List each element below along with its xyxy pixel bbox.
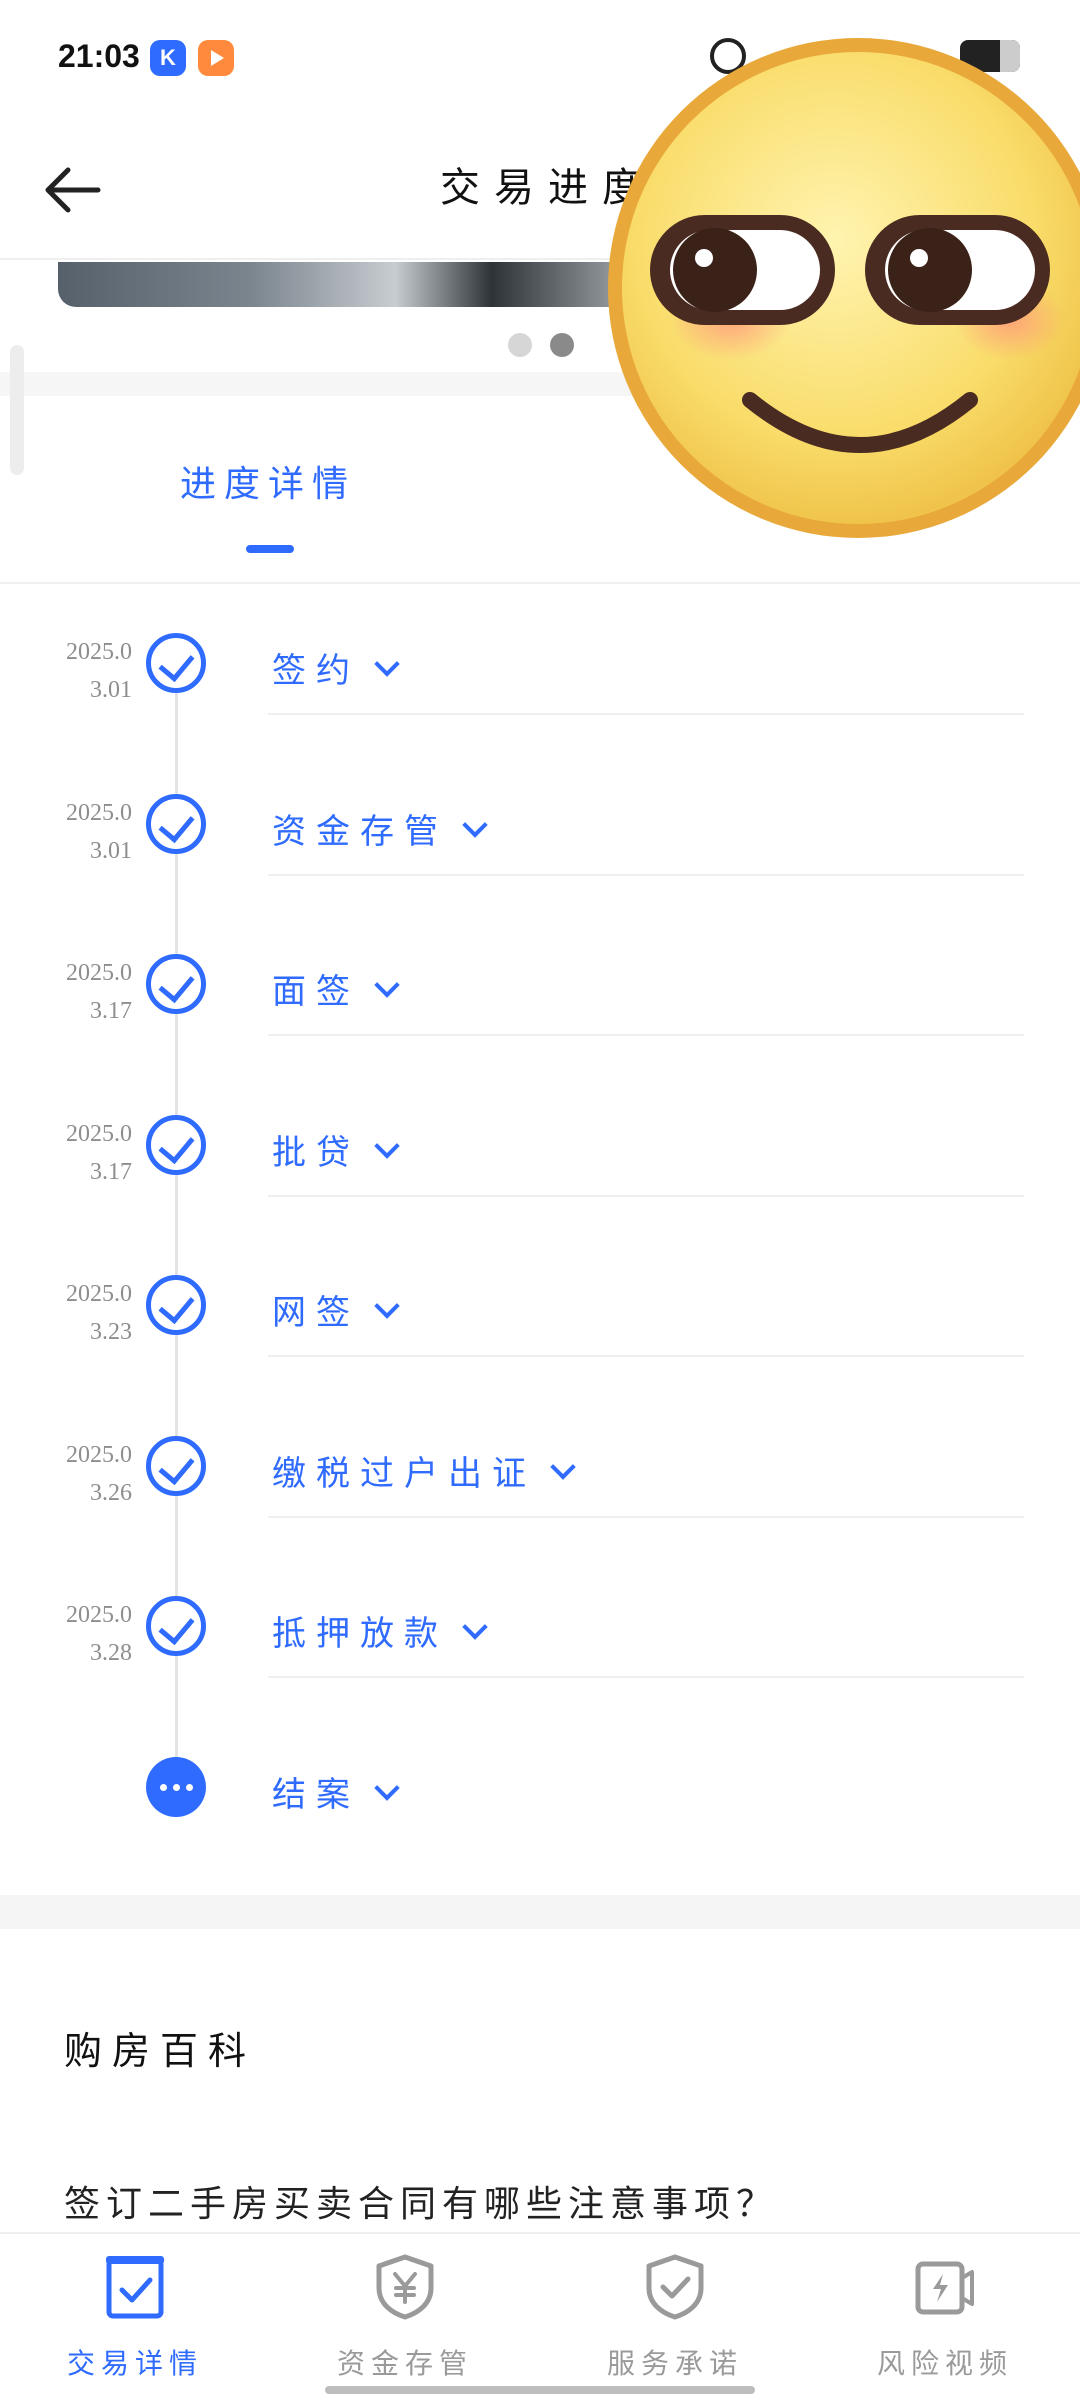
back-arrow-icon[interactable] [40,155,110,225]
step-date-line2: 3.23 [90,1319,132,1345]
more-dots-icon [146,1756,206,1817]
step-date: 2025.0 3.17 [40,954,132,1030]
step-label[interactable]: 结案 [272,1767,360,1816]
tab-risk-video[interactable]: 风险视频 [810,2254,1080,2394]
step-divider [268,1194,1024,1197]
timeline-step[interactable]: 2025.0 3.28 抵押放款 [0,1596,1080,1756]
section-title: 购房百科 [64,2029,257,2073]
section-divider [0,1895,1080,1929]
smirk-emoji-sticker [608,38,1080,538]
step-date: 2025.0 3.01 [40,794,132,870]
step-date-line1: 2025.0 [66,1120,132,1147]
chevron-down-icon[interactable] [374,651,400,677]
tab-label: 交易详情 [66,2347,203,2380]
step-divider [268,1515,1024,1518]
timeline-step[interactable]: 2025.0 3.17 批贷 [0,1114,1080,1275]
timeline-step[interactable]: 2025.0 3.26 缴税过户出证 [0,1435,1080,1596]
bottom-tab-bar: 交易详情 资金存管 服务承诺 风险视频 [0,2232,1080,2400]
timeline-step[interactable]: 2025.0 3.17 面签 [0,954,1080,1114]
tab-label: 风险视频 [876,2347,1013,2380]
tab-active-indicator [246,545,294,553]
step-date-line1: 2025.0 [66,1281,132,1307]
chevron-down-icon[interactable] [374,1132,400,1159]
chevron-down-icon[interactable] [374,972,400,998]
step-date: 2025.0 3.01 [40,633,132,709]
step-date-line1: 2025.0 [66,960,132,986]
step-date-line1: 2025.0 [66,1441,132,1468]
yen-shield-icon [376,2254,434,2320]
step-date-line1: 2025.0 [66,1602,132,1628]
step-date-line2: 3.28 [90,1640,132,1666]
video-app-notification-icon [198,40,234,76]
check-circle-icon [146,1596,206,1656]
home-indicator[interactable] [325,2386,755,2394]
step-divider [268,1676,1024,1678]
step-date-line2: 3.17 [90,998,132,1024]
step-label[interactable]: 签约 [272,643,360,692]
tab-fund-custody[interactable]: 资金存管 [270,2254,540,2394]
step-date: 2025.0 3.17 [40,1115,132,1191]
scroll-indicator [10,345,24,475]
timeline-step[interactable]: 2025.0 3.01 资金存管 [0,793,1080,954]
chevron-down-icon[interactable] [462,811,488,838]
check-circle-icon [146,1114,206,1175]
carousel-dot[interactable] [508,333,532,357]
timeline-step[interactable]: 2025.0 3.23 网签 [0,1275,1080,1435]
step-date-line2: 3.17 [90,1158,132,1185]
step-label[interactable]: 面签 [272,964,360,1013]
tab-progress-details[interactable]: 进度详情 [180,455,356,507]
video-bolt-icon [915,2261,974,2315]
step-divider [268,873,1024,876]
check-circle-icon [146,793,206,854]
tab-label: 服务承诺 [606,2347,743,2380]
step-divider [268,1355,1024,1357]
chevron-down-icon[interactable] [374,1293,400,1319]
step-date-line1: 2025.0 [66,799,132,826]
step-date: 2025.0 3.26 [40,1436,132,1512]
step-date: 2025.0 3.28 [40,1596,132,1672]
step-date-line1: 2025.0 [66,639,132,665]
step-date-line2: 3.01 [90,837,132,864]
step-label[interactable]: 网签 [272,1285,360,1334]
check-circle-icon [146,954,206,1014]
step-date: 2025.0 3.23 [40,1275,132,1351]
tab-service-promise[interactable]: 服务承诺 [540,2254,810,2394]
chevron-down-icon[interactable] [550,1453,576,1480]
step-label[interactable]: 批贷 [272,1125,360,1174]
status-time: 21:03 [58,38,140,74]
timeline-step[interactable]: 结案 [0,1756,1080,1917]
step-label[interactable]: 缴税过户出证 [272,1446,536,1495]
step-date-line2: 3.01 [90,677,132,703]
chevron-down-icon[interactable] [374,1774,400,1801]
clipboard-check-icon [106,2256,164,2319]
chevron-down-icon[interactable] [462,1614,488,1640]
check-circle-icon [146,633,206,693]
step-label[interactable]: 资金存管 [272,804,448,853]
tab-transaction-details[interactable]: 交易详情 [0,2254,270,2394]
timeline-step[interactable]: 2025.0 3.01 签约 [0,633,1080,793]
carousel-dot-active[interactable] [550,333,574,357]
check-shield-icon [646,2254,704,2320]
step-divider [268,713,1024,715]
step-divider [268,1034,1024,1036]
tab-divider [0,582,1080,584]
check-circle-icon [146,1275,206,1335]
check-circle-icon [146,1435,206,1496]
step-label[interactable]: 抵押放款 [272,1606,448,1655]
article-link[interactable]: 签订二手房买卖合同有哪些注意事项？ [64,2175,778,2227]
tab-label: 资金存管 [336,2347,473,2380]
app-notification-icon: K [150,40,186,76]
step-date-line2: 3.26 [90,1479,132,1506]
